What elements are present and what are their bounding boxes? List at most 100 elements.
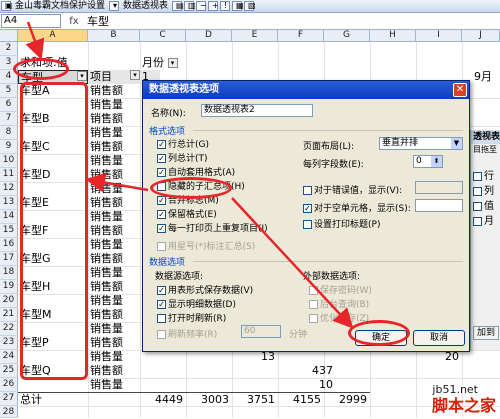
value-cell[interactable]: 10 <box>278 378 336 392</box>
item-label[interactable]: 销售额 <box>88 112 140 126</box>
checkbox[interactable]: ✓ <box>303 204 312 213</box>
close-icon[interactable]: ✕ <box>453 83 467 97</box>
autoformat-option[interactable]: ✓ 自动套用格式(A) <box>157 165 235 178</box>
row-header[interactable]: 12 <box>0 182 18 196</box>
checkbox[interactable]: ✓ <box>157 210 166 219</box>
empty-display-input[interactable] <box>415 199 463 212</box>
pivot-table-menu[interactable]: 数据透视表 <box>120 0 171 12</box>
row-header[interactable]: 24 <box>0 350 18 364</box>
pivot-field-list-panel[interactable]: 透视表 目拖至 行 列 值 月 加到 <box>470 130 500 350</box>
show-detail-icon[interactable]: + <box>208 1 219 11</box>
spinner-icon[interactable]: ⬍ <box>431 156 442 167</box>
checkbox[interactable] <box>473 186 482 196</box>
select-all-corner[interactable] <box>0 30 18 42</box>
row-header[interactable]: 10 <box>0 154 18 168</box>
empty-display-option[interactable]: ✓ 对于空单元格，显示(S): <box>303 201 411 214</box>
checkbox[interactable] <box>157 314 166 323</box>
add-to-button[interactable]: 加到 <box>473 326 499 340</box>
fx-icon[interactable]: fx <box>61 16 87 27</box>
item-label[interactable]: 销售额 <box>88 224 140 238</box>
checkbox[interactable] <box>473 216 482 226</box>
item-label[interactable]: 销售量 <box>88 322 140 336</box>
value-cell[interactable]: 20 <box>416 350 462 364</box>
item-label[interactable]: 销售额 <box>88 336 140 350</box>
panel-field[interactable]: 月 <box>471 212 500 227</box>
name-box[interactable]: A4 <box>1 14 61 28</box>
row-header[interactable]: 23 <box>0 336 18 350</box>
row-header[interactable]: 6 <box>0 98 18 112</box>
panel-field[interactable]: 值 <box>471 197 500 212</box>
item-label[interactable]: 销售额 <box>88 196 140 210</box>
item-label[interactable]: 销售量 <box>88 182 140 196</box>
item-label[interactable]: 销售量 <box>88 126 140 140</box>
chart-icon[interactable]: ▥ <box>184 1 196 11</box>
item-label[interactable]: 销售量 <box>88 266 140 280</box>
item-label[interactable]: 销售额 <box>88 364 140 378</box>
column-header-e[interactable]: E <box>232 30 278 42</box>
save-data-option[interactable]: ✓ 用表形式保存数据(V) <box>157 283 253 296</box>
error-display-option[interactable]: 对于错误值，显示(V): <box>303 183 402 196</box>
pivot-format-icon[interactable]: ▤ <box>172 1 184 11</box>
kingsoft-protect-menu[interactable]: 金山毒霸文档保护设置 <box>12 0 108 12</box>
pivot-name-input[interactable]: 数据透视表2 <box>201 104 313 117</box>
row-header[interactable]: 16 <box>0 238 18 252</box>
formula-input[interactable]: 车型 <box>87 13 109 29</box>
column-header-b[interactable]: B <box>88 30 140 42</box>
checkbox[interactable] <box>473 201 482 211</box>
checkbox[interactable]: ✓ <box>157 154 166 163</box>
item-label[interactable]: 销售额 <box>88 308 140 322</box>
row-header[interactable]: 17 <box>0 252 18 266</box>
column-header-g[interactable]: G <box>324 30 370 42</box>
row-header[interactable]: 19 <box>0 280 18 294</box>
dropdown-icon[interactable]: ▾ <box>77 71 87 81</box>
row-header[interactable]: 21 <box>0 308 18 322</box>
total-value[interactable]: 2999 <box>324 392 370 406</box>
field-settings-icon[interactable]: ▦ <box>232 1 244 11</box>
layout-select[interactable]: 垂直并排 ▼ <box>379 137 463 150</box>
column-header-i[interactable]: I <box>416 30 462 42</box>
checkbox[interactable]: ✓ <box>157 300 166 309</box>
item-label[interactable]: 销售量 <box>88 238 140 252</box>
checkbox[interactable] <box>303 186 312 195</box>
print-titles-option[interactable]: 设置打印标题(P) <box>303 217 380 230</box>
checkbox[interactable]: ✓ <box>157 286 166 295</box>
fields-per-column-spinner[interactable]: 0 ⬍ <box>413 155 443 168</box>
row-header[interactable]: 2 <box>0 42 18 56</box>
dropdown-icon[interactable]: ▾ <box>130 70 140 80</box>
column-header-d[interactable]: D <box>186 30 232 42</box>
pivot-column-field[interactable]: 月份 ▾ <box>140 56 186 70</box>
row-header[interactable]: 13 <box>0 196 18 210</box>
total-value[interactable]: 3751 <box>232 392 278 406</box>
chevron-down-icon[interactable]: ▼ <box>451 138 462 149</box>
column-header-h[interactable]: H <box>370 30 416 42</box>
cancel-button[interactable]: 取消 <box>413 330 465 346</box>
checkbox[interactable]: ✓ <box>157 168 166 177</box>
item-label[interactable]: 销售额 <box>88 168 140 182</box>
refresh-icon[interactable]: ! <box>220 1 231 11</box>
panel-field[interactable]: 行 <box>471 167 500 182</box>
month-header[interactable]: 9月 <box>472 70 500 84</box>
dropdown-icon[interactable]: ▾ <box>167 58 178 68</box>
checkbox[interactable] <box>303 220 312 229</box>
checkbox[interactable]: ✓ <box>157 196 166 205</box>
total-value[interactable]: 4449 <box>140 392 186 406</box>
field-list-icon[interactable]: ▧ <box>244 1 256 11</box>
item-label[interactable]: 销售量 <box>88 154 140 168</box>
item-label[interactable]: 销售量 <box>88 210 140 224</box>
show-details-option[interactable]: ✓ 显示明细数据(D) <box>157 297 236 310</box>
panel-field[interactable]: 列 <box>471 182 500 197</box>
total-value[interactable]: 4155 <box>278 392 324 406</box>
value-cell[interactable]: 13 <box>232 350 278 364</box>
column-header-c[interactable]: C <box>140 30 186 42</box>
refresh-on-open-option[interactable]: 打开时刷新(R) <box>157 311 226 324</box>
row-header[interactable]: 26 <box>0 378 18 392</box>
total-value[interactable]: 3003 <box>186 392 232 406</box>
row-header[interactable]: 9 <box>0 140 18 154</box>
checkbox[interactable]: ✓ <box>157 224 166 233</box>
item-label[interactable]: 销售量 <box>88 98 140 112</box>
pivot-item-field[interactable]: 项目 ▾ <box>88 70 140 84</box>
item-label[interactable]: 销售额 <box>88 140 140 154</box>
row-header[interactable]: 28 <box>0 406 18 418</box>
row-header[interactable]: 7 <box>0 112 18 126</box>
item-label[interactable]: 销售额 <box>88 252 140 266</box>
